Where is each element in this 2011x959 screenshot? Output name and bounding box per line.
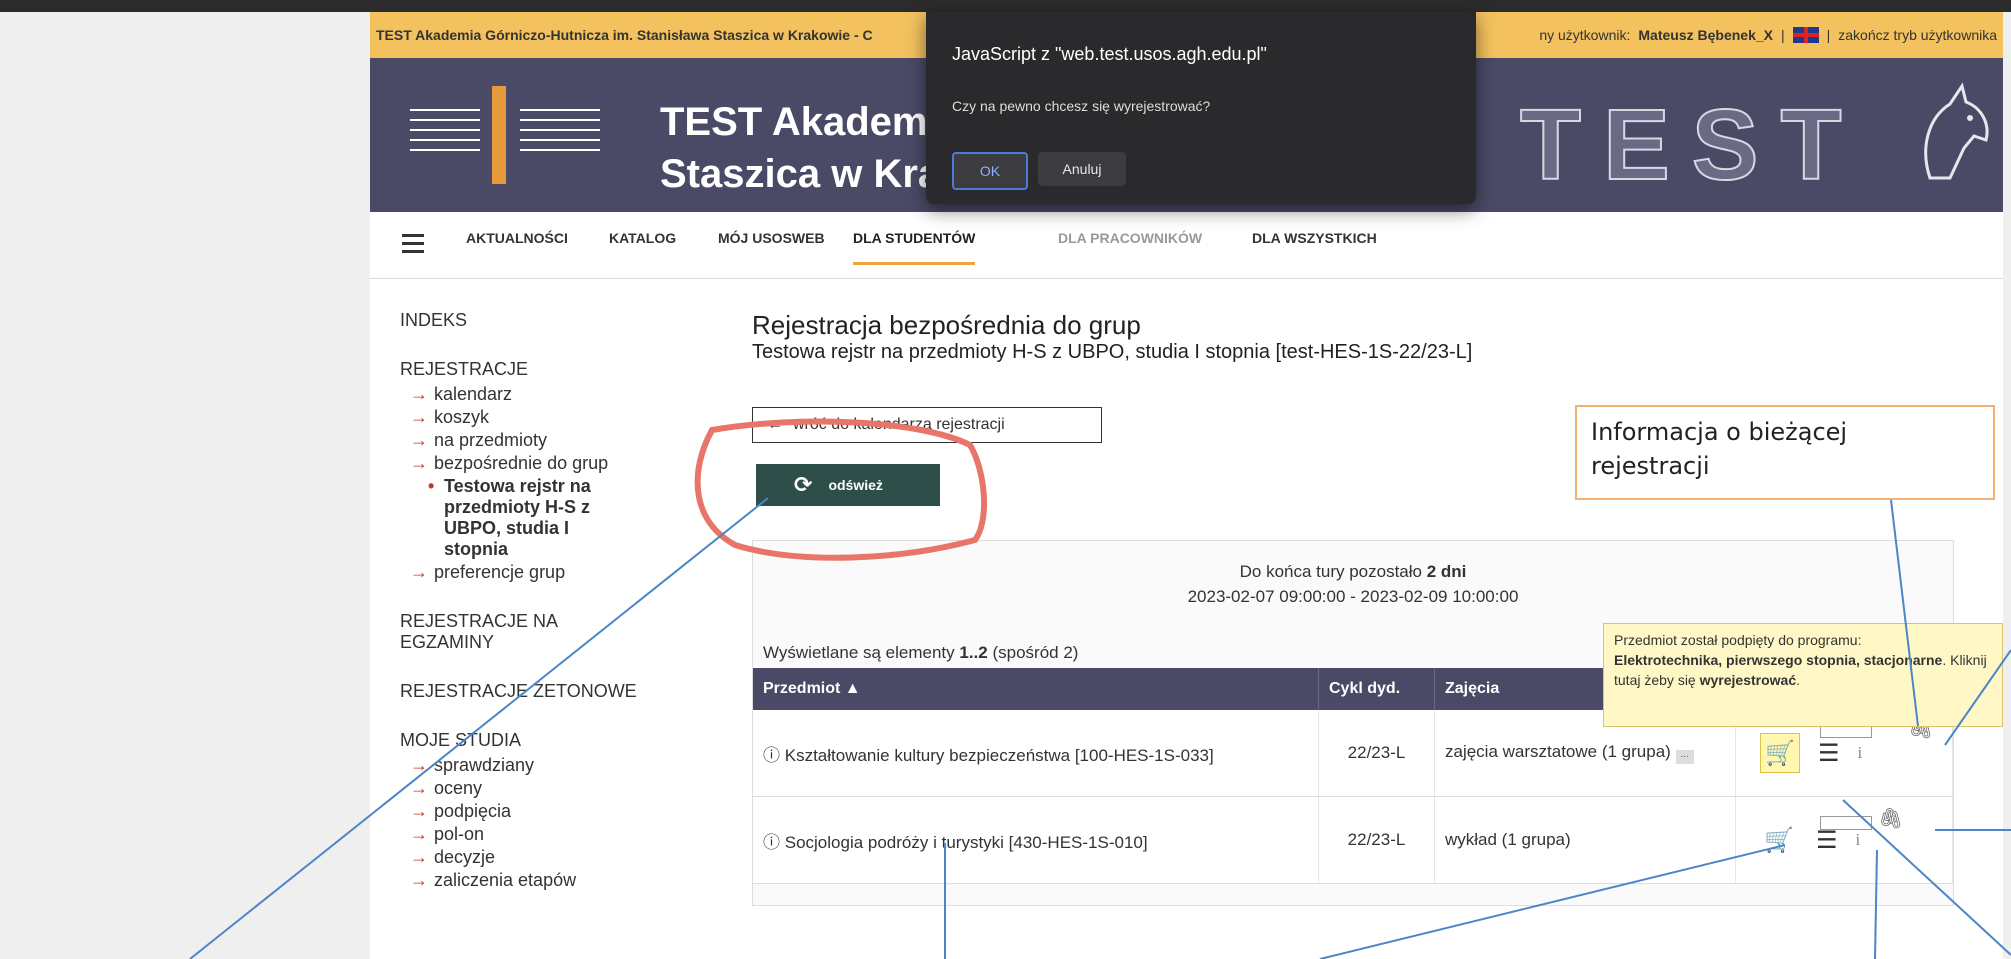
uk-flag-icon[interactable] bbox=[1792, 27, 1819, 43]
paperclip-icon[interactable]: 🖇 bbox=[1878, 806, 1903, 831]
nav-katalog[interactable]: KATALOG bbox=[609, 230, 676, 262]
sidebar-item-kalendarz[interactable]: → kalendarz bbox=[410, 384, 720, 405]
test-watermark: TEST bbox=[1519, 88, 1864, 202]
banner-title-line2: Staszica w Krak bbox=[660, 152, 963, 196]
tour-range: 2023-02-07 09:00:00 - 2023-02-09 10:00:0… bbox=[1187, 587, 1519, 606]
sidebar-rejestracje-egzaminy[interactable]: REJESTRACJE NA EGZAMINY bbox=[400, 611, 720, 653]
col-header-cycle[interactable]: Cykl dyd. bbox=[1318, 668, 1435, 710]
sidebar-indeks[interactable]: INDEKS bbox=[400, 310, 720, 331]
separator: | bbox=[1780, 27, 1785, 43]
list-icon[interactable]: ☰ bbox=[1818, 739, 1840, 768]
hamburger-menu-icon[interactable] bbox=[402, 234, 424, 253]
sidebar-rejestracje[interactable]: REJESTRACJE bbox=[400, 359, 720, 380]
progress-box bbox=[1820, 816, 1872, 830]
cart-register-icon[interactable]: 🛒 bbox=[1760, 821, 1798, 859]
info-icon[interactable]: i bbox=[1858, 743, 1863, 763]
more-icon[interactable]: ... bbox=[1675, 750, 1694, 764]
sidebar-item-koszyk[interactable]: → koszyk bbox=[410, 407, 720, 428]
left-gutter bbox=[0, 12, 370, 959]
annotation-callout: Informacja o bieżącej rejestracji bbox=[1575, 405, 1995, 500]
classes-cell: wykład (1 grupa) bbox=[1434, 796, 1736, 884]
sidebar-item-pol-on[interactable]: → pol-on bbox=[410, 824, 720, 845]
subject-cell[interactable]: ⓘ Kształtowanie kultury bezpieczeństwa [… bbox=[753, 710, 1319, 797]
info-circle-icon[interactable]: ⓘ bbox=[763, 746, 785, 765]
nav-moj-usosweb[interactable]: MÓJ USOSWEB bbox=[718, 230, 825, 262]
sidebar-menu: INDEKS REJESTRACJE → kalendarz → koszyk → n… bbox=[400, 310, 720, 919]
dialog-cancel-button[interactable]: Anuluj bbox=[1038, 152, 1126, 186]
dialog-ok-button[interactable]: OK bbox=[952, 152, 1028, 190]
sidebar-item-na-przedmioty[interactable]: → na przedmioty bbox=[410, 430, 720, 451]
nav-dla-wszystkich[interactable]: DLA WSZYSTKICH bbox=[1252, 230, 1377, 262]
refresh-icon: ⟳ bbox=[794, 472, 813, 497]
window-top-bar bbox=[0, 0, 2011, 12]
sidebar-item-bezposrednie[interactable]: → bezpośrednie do grup bbox=[410, 453, 720, 474]
cart-unregister-icon[interactable]: 🛒 bbox=[1760, 733, 1800, 773]
subject-cell[interactable]: ⓘ Socjologia podróży i turystyki [430-HE… bbox=[753, 796, 1319, 884]
page-subtitle: Testowa rejstr na przedmioty H-S z UBPO,… bbox=[752, 341, 1473, 363]
cycle-cell: 22/23-L bbox=[1318, 710, 1435, 797]
info-circle-icon[interactable]: ⓘ bbox=[763, 833, 785, 852]
user-prefix: ny użytkownik: bbox=[1539, 27, 1631, 43]
actions-cell: 🛒 ☰ i bbox=[1735, 796, 1953, 884]
sidebar-rejestracje-zetonowe[interactable]: REJESTRACJE ŻETONOWE bbox=[400, 681, 720, 702]
separator: | bbox=[1826, 27, 1831, 43]
horse-mascot-icon bbox=[1924, 82, 1989, 180]
page-title: Rejestracja bezpośrednia do grup bbox=[752, 310, 1141, 340]
institution-name: TEST Akademia Górniczo-Hutnicza im. Stan… bbox=[376, 27, 873, 43]
js-confirm-dialog: JavaScript z "web.test.usos.agh.edu.pl" … bbox=[926, 12, 1476, 204]
sidebar-moje-studia[interactable]: MOJE STUDIA bbox=[400, 730, 720, 751]
nav-dla-studentow[interactable]: DLA STUDENTÓW bbox=[853, 230, 976, 265]
user-area: ny użytkownik: Mateusz Bębenek_X | | zak… bbox=[1539, 12, 1997, 58]
info-icon[interactable]: i bbox=[1856, 830, 1861, 850]
refresh-button[interactable]: ⟳ odśwież bbox=[756, 464, 940, 506]
banner-title: TEST Akademia Staszica w Krak bbox=[660, 96, 962, 200]
items-count: Wyświetlane są elementy 1..2 (spośród 2) bbox=[763, 643, 1079, 662]
table-row: ⓘ Socjologia podróży i turystyki [430-HE… bbox=[753, 796, 1953, 884]
nav-aktualnosci[interactable]: AKTUALNOŚCI bbox=[466, 230, 568, 262]
sidebar-item-sprawdziany[interactable]: → sprawdziany bbox=[410, 755, 720, 776]
sidebar-item-oceny[interactable]: → oceny bbox=[410, 778, 720, 799]
refresh-label: odśwież bbox=[828, 477, 883, 493]
banner-title-line1: TEST Akademia bbox=[660, 100, 961, 144]
cycle-cell: 22/23-L bbox=[1318, 796, 1435, 884]
arrow-left-icon: ← bbox=[767, 416, 783, 433]
back-to-calendar-button[interactable]: ← wróć do kalendarza rejestracji bbox=[752, 407, 1102, 443]
sidebar-item-preferencje[interactable]: → preferencje grup bbox=[410, 562, 720, 583]
sidebar-item-zaliczenia[interactable]: → zaliczenia etapów bbox=[410, 870, 720, 891]
main-content: Rejestracja bezpośrednia do grup Testowa… bbox=[752, 310, 1982, 364]
col-header-subject[interactable]: Przedmiot ▲ bbox=[753, 668, 1319, 710]
main-navigation: AKTUALNOŚCI KATALOG MÓJ USOSWEB DLA STUD… bbox=[370, 212, 2003, 279]
sidebar-item-decyzje[interactable]: → decyzje bbox=[410, 847, 720, 868]
end-user-mode-link[interactable]: zakończ tryb użytkownika bbox=[1838, 27, 1997, 43]
sidebar-item-active-registration[interactable]: Testowa rejstr na przedmioty H-S z UBPO,… bbox=[428, 476, 720, 560]
user-name[interactable]: Mateusz Bębenek_X bbox=[1638, 27, 1773, 43]
university-logo-icon[interactable] bbox=[400, 80, 610, 190]
right-gutter bbox=[2003, 12, 2011, 959]
tour-info: Do końca tury pozostało 2 dni 2023-02-07… bbox=[753, 559, 1953, 609]
nav-dla-pracownikow[interactable]: DLA PRACOWNIKÓW bbox=[1058, 230, 1202, 262]
dialog-message: Czy na pewno chcesz się wyrejestrować? bbox=[952, 98, 1211, 114]
sidebar-item-podpiecia[interactable]: → podpięcia bbox=[410, 801, 720, 822]
back-to-calendar-label: wróć do kalendarza rejestracji bbox=[793, 416, 1005, 433]
dialog-title: JavaScript z "web.test.usos.agh.edu.pl" bbox=[952, 44, 1267, 64]
tour-remaining: 2 dni bbox=[1426, 562, 1467, 581]
unregister-tooltip: Przedmiot został podpięty do programu: E… bbox=[1603, 623, 2003, 727]
